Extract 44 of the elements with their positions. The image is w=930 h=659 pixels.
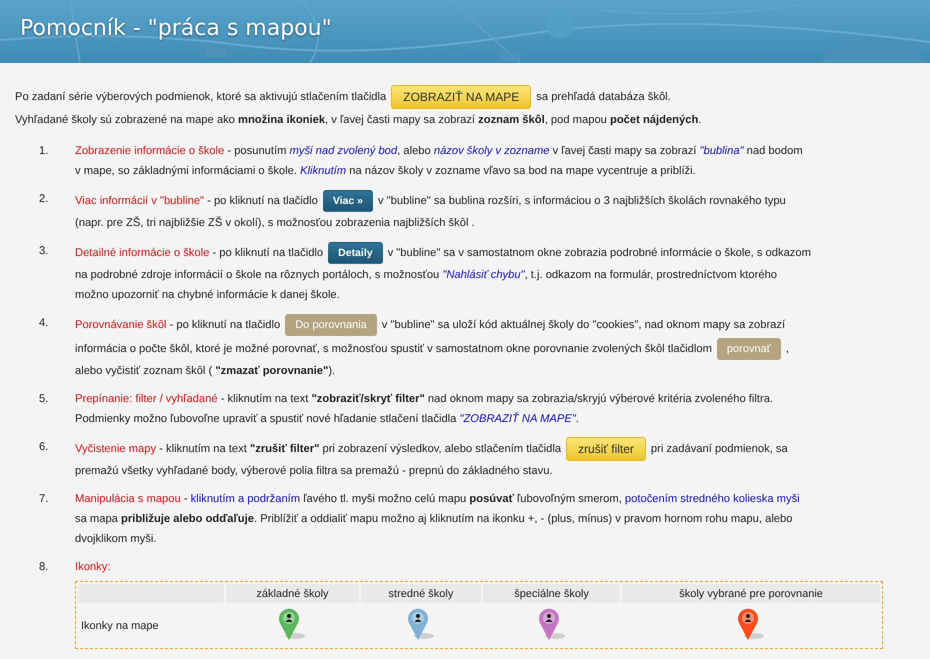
item-text: Vyčistenie mapy - kliknutím na text "zrušiť filter" pri zobrazení výsledkov, alebo stlačením tlačidla xyxy=(75,443,562,455)
item-text: premažú všetky vyhľadané body, výberové polia filtra sa premažú - prepnú do základného stavu. xyxy=(75,465,553,477)
column-header: školy vybrané pre porovnanie xyxy=(622,584,880,603)
item-text: (napr. pre ZŠ, tri najbližšie ZŠ v okolí), s možnosťou zobrazenia najbližších škôl . xyxy=(75,217,475,229)
intro-text: sa prehľadá databáza škôl. xyxy=(536,91,671,103)
list-number: 5. xyxy=(38,392,50,407)
item-text: Viac informácií v "bubline" - po kliknutí na tlačidlo xyxy=(75,195,318,207)
list-number: 2. xyxy=(38,192,50,207)
list-number: 6. xyxy=(38,440,50,455)
item-text: na podrobné zdroje informácií o škole na rôznych portáloch, s možnosťou "Nahlásiť chybu", t.j. odkazom na formulár, prostredníctvom ktorého xyxy=(75,269,778,281)
list-number: 7. xyxy=(38,492,50,507)
item-text: Podmienky možno ľubovoľne upraviť a spustiť nové hľadanie stlačení tlačidla "ZOBRAZIŤ NA MAPE". xyxy=(75,413,579,425)
column-header: špeciálne školy xyxy=(483,584,620,603)
item-text: Prepínanie: filter / vyhľadané - kliknutím na text "zobraziť/skryť filter" nad oknom mapy sa zobrazia/skryjú výberové kritéria zvoleného filtra. xyxy=(75,393,774,405)
item-text: Manipulácia s mapou - kliknutím a podržaním ľavého tl. myši možno celú mapu posúvať ľubovoľným smerom, potočením stredného kolieska myši xyxy=(75,493,800,505)
column-header: stredné školy xyxy=(360,584,481,603)
list-number: 1. xyxy=(38,144,50,159)
inline-button[interactable]: Detaily xyxy=(328,242,383,264)
list-number: 4. xyxy=(38,316,50,331)
intro-text: Vyhľadané školy sú zobrazené na mape ako množina ikoniek, v ľavej časti mapy sa zobrazí zoznam škôl, pod mapou počet nájdených. xyxy=(15,114,702,126)
item-text: dvojklikom myši. xyxy=(75,533,156,545)
item-text: možno upozorniť na chybné informácie k danej škole. xyxy=(75,289,340,301)
item-text: alebo vyčistiť zoznam škôl ( "zmazať porovnanie"). xyxy=(75,365,336,377)
item-text: sa mapa približuje alebo odďaľuje. Priblížiť a oddialiť mapu možno aj kliknutím na ikonku +, - (plus, mínus) v pravom hornom rohu mapu, alebo xyxy=(75,513,792,525)
inline-button[interactable]: Viac » xyxy=(322,190,373,212)
item-text: v "bubline" sa bublina rozšíri, s informáciou o 3 najbližších školách rovnakého typu xyxy=(378,195,786,207)
row-label: Ikonky na mape xyxy=(81,620,159,632)
inline-button[interactable]: zrušiť filter xyxy=(566,437,646,461)
item-text: v "bubline" sa v samostatnom okne zobrazia podrobné informácie o škole, s odkazom xyxy=(388,247,811,259)
intro-text: Po zadaní série výberových podmienok, ktoré sa aktivujú stlačením tlačidla xyxy=(15,91,386,103)
item-text: v mape, so základnými informáciami o škole. Kliknutím na názov školy v zozname vľavo sa bod na mape vycentruje a priblíži. xyxy=(75,165,696,177)
item-text: Detailné informácie o škole - po kliknutí na tlačidlo xyxy=(75,247,324,259)
item-text: Porovnávanie škôl - po kliknutí na tlačidlo xyxy=(75,319,280,331)
column-header: základné školy xyxy=(226,584,359,603)
item-text: , xyxy=(786,343,789,355)
item-text: pri zadávaní podmienok, sa xyxy=(650,443,788,455)
list-number: 8. xyxy=(38,560,50,575)
item-text: v "bubline" sa uloží kód aktuálnej školy do "cookies", nad oknom mapy sa zobrazí xyxy=(382,319,786,331)
item-text: Zobrazenie informácie o škole - posunutím myši nad zvolený bod, alebo názov školy v zozname v ľavej časti mapy sa zobrazí "bublina" nad bodom xyxy=(75,145,803,157)
inline-button[interactable]: ZOBRAZIŤ NA MAPE xyxy=(391,85,532,109)
list-number: 3. xyxy=(38,244,50,259)
item-text: informácia o počte škôl, ktoré je možné porovnať, s možnosťou spustiť v samostatnom okne porovnanie zvolených škôl tlačidlom xyxy=(75,343,712,355)
item-text: Ikonky: xyxy=(75,561,110,573)
page-title: Pomocník - "práca s mapou" xyxy=(20,16,332,41)
